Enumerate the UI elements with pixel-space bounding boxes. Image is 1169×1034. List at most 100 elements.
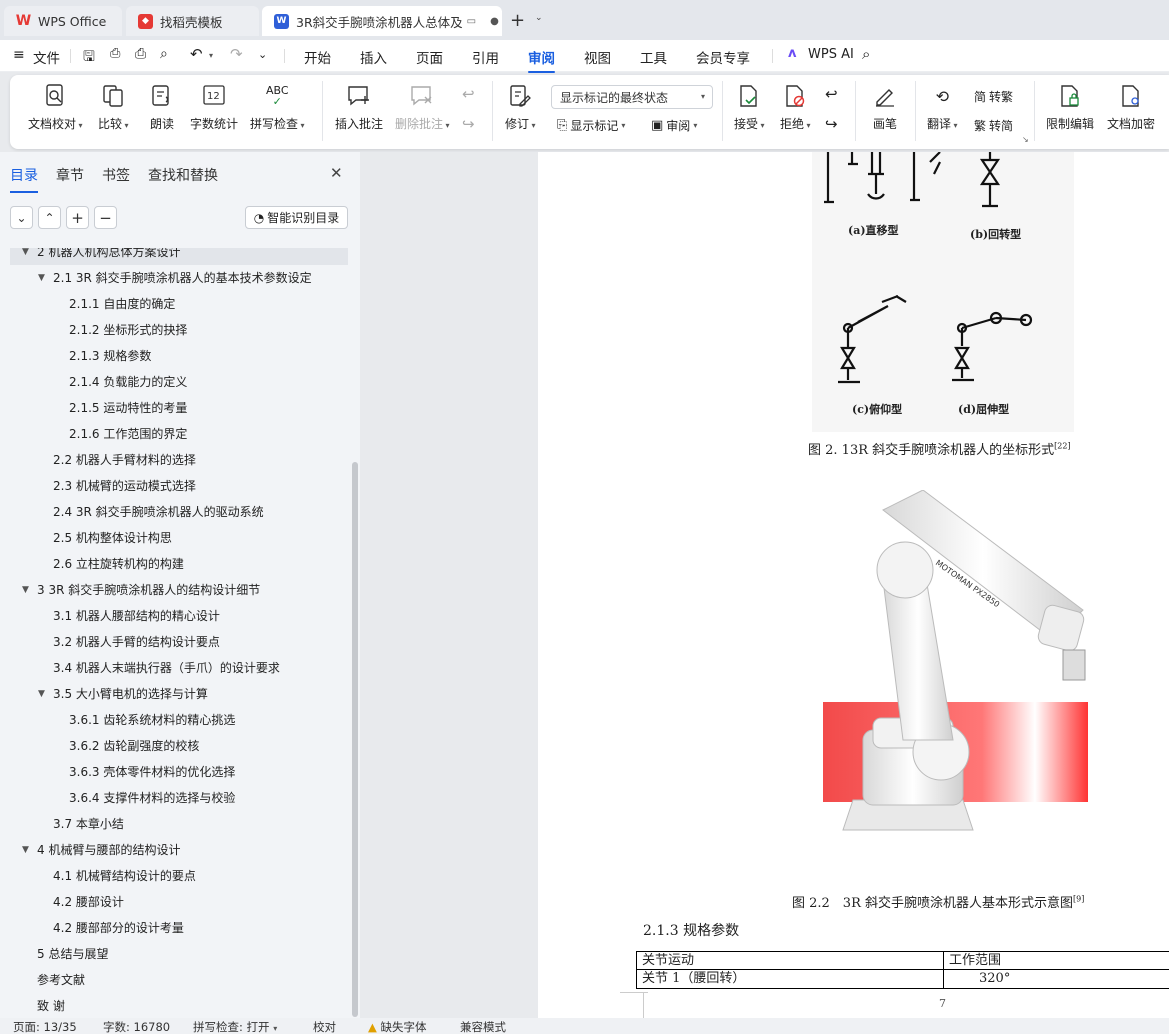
toc-item-label: 2.2 机器人手臂材料的选择 bbox=[53, 453, 196, 467]
ribbon-toolbar: 文档校对 ▾ 比较 ▾ 朗读 12 字数统计 ABC ✓ 拼写检查 ▾ 插入批注 … bbox=[10, 75, 1169, 149]
menu-file[interactable]: 文件 bbox=[33, 47, 60, 67]
toc-item-label: 4.2 腰部部分的设计考量 bbox=[53, 921, 184, 935]
remove-heading-button[interactable]: − bbox=[94, 206, 117, 229]
new-tab-icon[interactable]: + bbox=[510, 10, 525, 31]
toc-item[interactable]: ▼ 2 机器人机构总体方案设计 bbox=[10, 248, 348, 265]
tab-wps-office[interactable]: W WPS Office bbox=[4, 6, 122, 36]
search-icon[interactable]: ⌕ bbox=[862, 45, 870, 63]
spell-check-button[interactable]: ABC ✓ 拼写检查 ▾ bbox=[250, 83, 305, 132]
print-icon[interactable]: ⎙ bbox=[135, 46, 146, 62]
expand-group-icon[interactable]: ↘ bbox=[1022, 135, 1029, 144]
spell-check-indicator[interactable]: 拼写检查: 打开 ▾ bbox=[193, 1019, 277, 1034]
next-comment-icon[interactable]: ↪ bbox=[462, 115, 475, 133]
word-count-button[interactable]: 12 字数统计 bbox=[190, 83, 238, 132]
comment-add-icon bbox=[346, 83, 372, 109]
accept-icon bbox=[736, 83, 762, 109]
toc-item-label: 4.1 机械臂结构设计的要点 bbox=[53, 869, 196, 883]
expand-arrow-icon[interactable]: ▼ bbox=[38, 265, 45, 291]
to-traditional-button[interactable]: 简 转繁 bbox=[974, 88, 1013, 105]
pen-icon bbox=[872, 83, 898, 109]
caption-text: 图 2. 13R 斜交手腕喷涂机器人的坐标形式 bbox=[808, 443, 1055, 458]
document-page: (a)直移型 (b)回转型 (c)俯仰型 (d)屈伸型 图 2. 13R 斜交手… bbox=[538, 151, 1169, 1018]
hamburger-icon[interactable]: ≡ bbox=[13, 47, 25, 63]
to-simplified-button[interactable]: 繁 转简 bbox=[974, 117, 1013, 134]
toc-scrollbar[interactable] bbox=[352, 462, 358, 1017]
insert-comment-button[interactable]: 插入批注 bbox=[335, 83, 383, 132]
accept-label: 接受 ▾ bbox=[734, 117, 765, 131]
menu-start[interactable]: 开始 bbox=[304, 47, 331, 67]
menu-wps-ai[interactable]: WPS AI bbox=[808, 47, 854, 62]
save-icon[interactable]: 🖫 bbox=[83, 46, 95, 70]
add-heading-button[interactable]: + bbox=[66, 206, 89, 229]
review-pane-button[interactable]: ▣ 审阅 ▾ bbox=[651, 117, 697, 134]
missing-font-indicator[interactable]: ▲ 缺失字体 bbox=[368, 1019, 427, 1034]
toc-item-label: 2.1.4 负载能力的定义 bbox=[69, 375, 188, 389]
undo-icon[interactable]: ↶ bbox=[190, 45, 203, 63]
tab-template[interactable]: ◆ 找稻壳模板 bbox=[126, 6, 259, 36]
print-preview-icon[interactable]: ⌕ bbox=[160, 46, 168, 62]
restrict-edit-button[interactable]: 限制编辑 bbox=[1046, 83, 1094, 132]
compare-button[interactable]: 比较 ▾ bbox=[98, 83, 129, 132]
tab-document[interactable]: W 3R斜交手腕喷涂机器人总体及 ▭ ● bbox=[262, 6, 502, 36]
prev-change-icon[interactable]: ↩ bbox=[825, 85, 838, 103]
menu-view[interactable]: 视图 bbox=[584, 47, 611, 67]
redo-icon[interactable]: ↷ bbox=[230, 45, 243, 63]
doc-proof-label: 文档校对 ▾ bbox=[28, 117, 83, 131]
next-change-icon[interactable]: ↪ bbox=[825, 115, 838, 133]
delete-comment-label: 删除批注 ▾ bbox=[395, 117, 450, 131]
expand-arrow-icon[interactable]: ▼ bbox=[22, 837, 29, 863]
smart-toc-button[interactable]: ◔ 智能识别目录 bbox=[245, 206, 348, 229]
close-tab-icon[interactable]: ● bbox=[490, 16, 499, 27]
toc-item-label: 2 机器人机构总体方案设计 bbox=[37, 248, 181, 259]
toc-item-label: 2.4 3R 斜交手腕喷涂机器人的驱动系统 bbox=[53, 505, 264, 519]
proof-indicator[interactable]: 校对 bbox=[313, 1019, 336, 1034]
menu-review[interactable]: 审阅 bbox=[528, 47, 555, 73]
menu-tools[interactable]: 工具 bbox=[640, 47, 667, 67]
minus-icon: − bbox=[99, 208, 112, 227]
expand-arrow-icon[interactable]: ▼ bbox=[22, 248, 29, 265]
window-icon[interactable]: ▭ bbox=[467, 16, 476, 27]
collapse-up-button[interactable]: ⌃ bbox=[38, 206, 61, 229]
menu-member[interactable]: 会员专享 bbox=[696, 47, 750, 67]
tab-bookmarks[interactable]: 书签 bbox=[102, 165, 130, 185]
menu-reference[interactable]: 引用 bbox=[472, 47, 499, 67]
toc-item-label: 3.7 本章小结 bbox=[53, 817, 124, 831]
translate-button[interactable]: ⟲ 翻译 ▾ bbox=[927, 83, 958, 132]
figure-2-caption: 图 2.2 3R 斜交手腕喷涂机器人基本形式示意图[9] bbox=[792, 892, 1084, 911]
toc-item-label: 2.1 3R 斜交手腕喷涂机器人的基本技术参数设定 bbox=[53, 271, 312, 285]
figure-label-c: (c)俯仰型 bbox=[852, 403, 903, 416]
accept-button[interactable]: 接受 ▾ bbox=[734, 83, 765, 132]
docer-logo-icon: ◆ bbox=[138, 13, 153, 29]
tab-label: 3R斜交手腕喷涂机器人总体及 bbox=[296, 14, 463, 30]
pen-button[interactable]: 画笔 bbox=[872, 83, 898, 132]
collapse-down-button[interactable]: ⌄ bbox=[10, 206, 33, 229]
encrypt-button[interactable]: 文档加密 bbox=[1107, 83, 1155, 132]
track-state-value: 显示标记的最终状态 bbox=[560, 91, 669, 105]
tab-list-chevron-icon[interactable]: ⌄ bbox=[535, 13, 543, 23]
prev-comment-icon[interactable]: ↩ bbox=[462, 85, 475, 103]
share-icon[interactable]: ⎙ bbox=[110, 46, 120, 61]
read-aloud-button[interactable]: 朗读 bbox=[149, 83, 175, 132]
tab-find-replace[interactable]: 查找和替换 bbox=[148, 165, 218, 185]
expand-arrow-icon[interactable]: ▼ bbox=[38, 681, 45, 707]
expand-arrow-icon[interactable]: ▼ bbox=[22, 577, 29, 603]
close-panel-icon[interactable]: ✕ bbox=[330, 164, 343, 182]
delete-comment-button[interactable]: 删除批注 ▾ bbox=[395, 83, 450, 132]
page-indicator[interactable]: 页面: 13/35 bbox=[13, 1019, 77, 1034]
tab-toc[interactable]: 目录 bbox=[10, 165, 38, 193]
show-markup-button[interactable]: ⎘ 显示标记 ▾ bbox=[557, 117, 625, 134]
undo-dropdown-icon[interactable]: ▾ bbox=[209, 51, 213, 60]
more-chevron-icon[interactable]: ⌄ bbox=[258, 48, 267, 61]
word-count-label: 字数统计 bbox=[190, 117, 239, 131]
menu-insert[interactable]: 插入 bbox=[360, 47, 387, 67]
reject-button[interactable]: 拒绝 ▾ bbox=[780, 83, 811, 132]
doc-proof-button[interactable]: 文档校对 ▾ bbox=[28, 83, 83, 132]
track-state-select[interactable]: 显示标记的最终状态 ▾ bbox=[551, 85, 713, 109]
figure-1-caption: 图 2. 13R 斜交手腕喷涂机器人的坐标形式[22] bbox=[808, 439, 1071, 458]
revise-button[interactable]: 修订 ▾ bbox=[505, 83, 536, 132]
menu-page[interactable]: 页面 bbox=[416, 47, 443, 67]
wps-ai-icon[interactable]: ʌ bbox=[788, 46, 796, 61]
toc-item-label: 3.6.4 支撑件材料的选择与校验 bbox=[69, 791, 236, 805]
tab-chapters[interactable]: 章节 bbox=[56, 165, 84, 185]
word-count-indicator[interactable]: 字数: 16780 bbox=[103, 1019, 170, 1034]
